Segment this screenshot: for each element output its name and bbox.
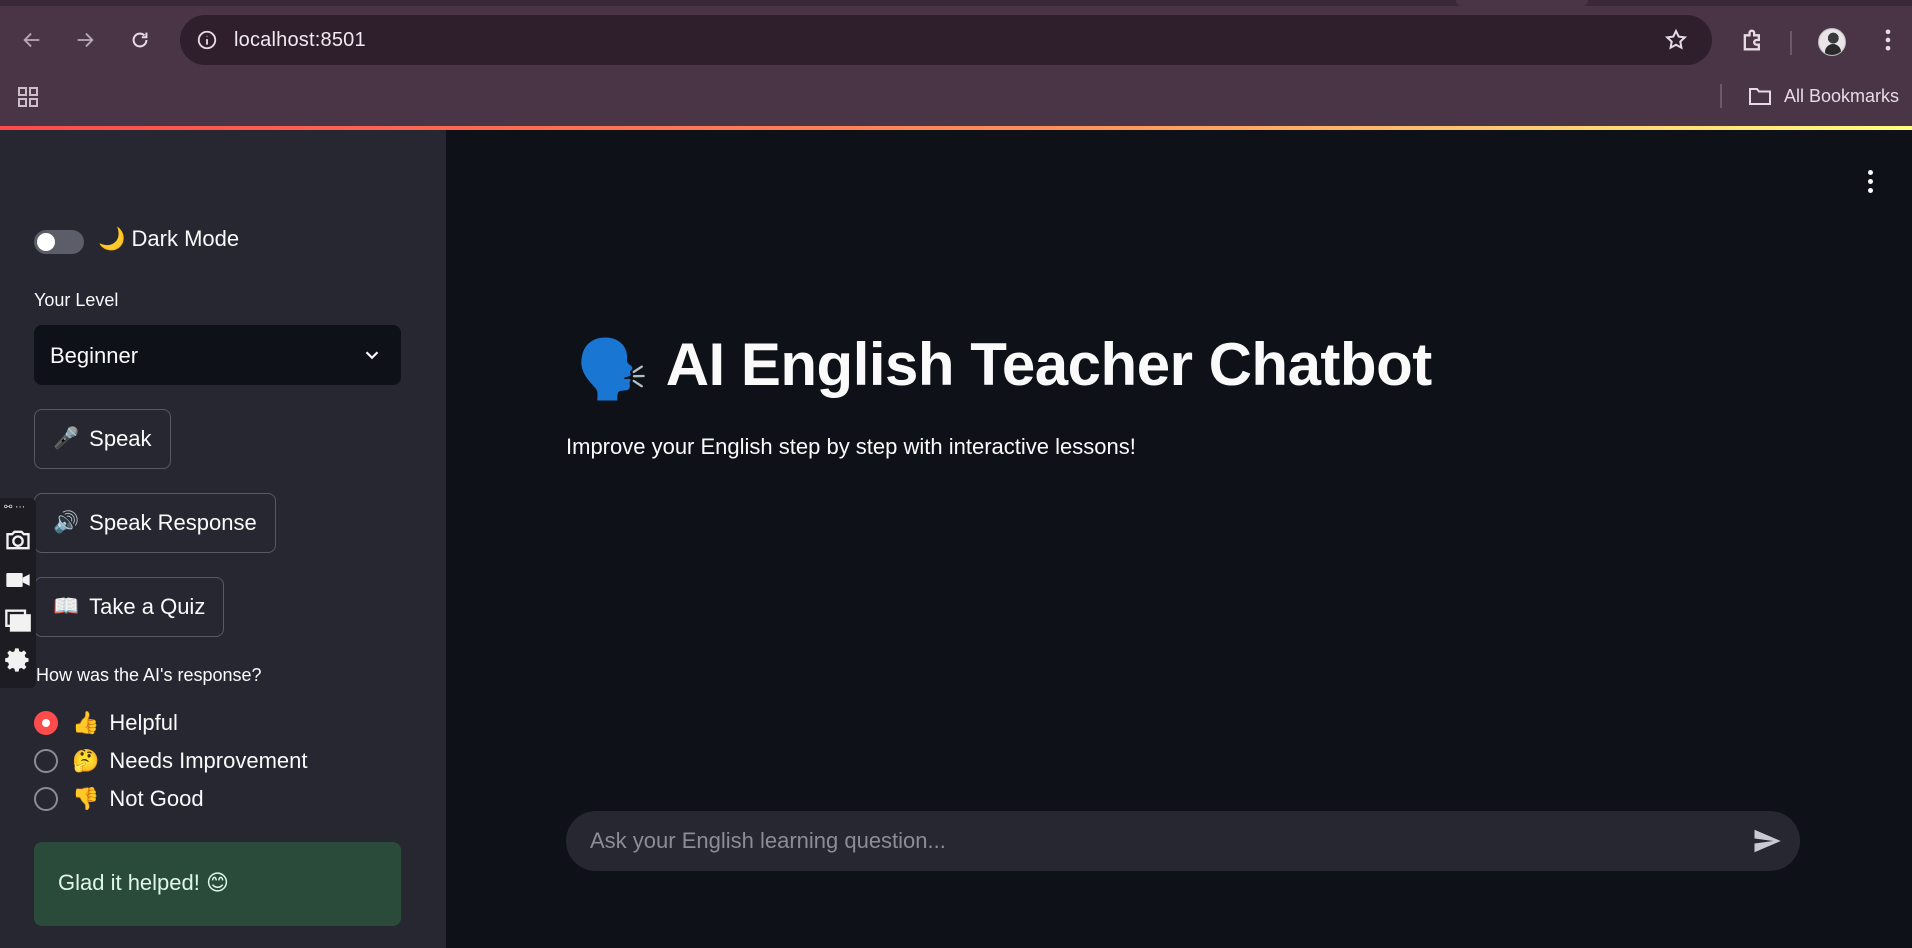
radio-button[interactable] [34,787,58,811]
thumbs-up-icon: 👍 [72,710,100,735]
link-more-icon[interactable]: ⚯ ⋯ [4,502,25,513]
speaking-head-icon: 🗣️ [576,337,648,402]
take-quiz-button[interactable]: 📖 Take a Quiz [34,577,225,637]
browser-chrome: localhost:8501 All Bookmarks [0,0,1912,130]
bookmarks-divider [1720,84,1722,108]
address-bar[interactable]: localhost:8501 [180,15,1712,65]
success-alert: Glad it helped! 😊 [34,842,401,926]
toggle-knob [37,233,55,251]
speaker-icon: 🔊 [53,511,80,534]
site-info-icon[interactable] [196,29,218,51]
radio-label-helpful: Helpful [109,710,178,735]
back-icon[interactable] [18,26,46,54]
page-subtitle: Improve your English step by step with i… [566,434,1136,459]
thumbs-down-icon: 👎 [72,786,100,811]
star-icon[interactable] [1664,28,1688,52]
menu-icon[interactable] [1874,26,1902,54]
chat-input-container [566,811,1800,871]
page-title-text: AI English Teacher Chatbot [665,331,1432,398]
book-icon: 📖 [53,595,80,618]
feedback-question: How was the AI's response? [36,665,262,685]
success-message: Glad it helped! 😊 [58,870,229,895]
reload-icon[interactable] [126,26,154,54]
dark-mode-label: 🌙 Dark Mode [98,226,240,251]
speak-button-label: Speak [89,426,152,451]
profile-avatar[interactable] [1818,28,1846,56]
folder-icon[interactable] [1748,85,1772,107]
radio-not-good[interactable]: 👎 Not Good [34,784,204,814]
thinking-face-icon: 🤔 [72,748,100,773]
radio-helpful[interactable]: 👍 Helpful [34,708,178,738]
radio-needs-improvement[interactable]: 🤔 Needs Improvement [34,746,308,776]
gear-icon[interactable] [4,646,32,674]
radio-label-not-good: Not Good [109,786,204,811]
url-text[interactable]: localhost:8501 [234,29,366,52]
page-title: 🗣️ AI English Teacher Chatbot [576,330,1432,404]
camera-icon[interactable] [4,526,32,554]
bookmarks-bar: All Bookmarks [0,76,1912,126]
forward-icon[interactable] [71,26,99,54]
speak-response-button[interactable]: 🔊 Speak Response [34,493,276,553]
all-bookmarks-link[interactable]: All Bookmarks [1784,86,1899,107]
send-icon[interactable] [1752,826,1782,856]
dark-mode-toggle[interactable] [34,230,84,254]
chevron-down-icon [361,344,383,366]
apps-grid-icon[interactable] [16,85,40,109]
windows-icon[interactable] [4,606,32,634]
video-camera-icon[interactable] [4,566,32,594]
sidebar: 🌙 Dark Mode Your Level Beginner 🎤 Speak … [0,130,446,948]
speak-button[interactable]: 🎤 Speak [34,409,171,469]
speak-response-button-label: Speak Response [89,510,257,535]
level-label: Your Level [34,290,119,310]
radio-label-needs-improvement: Needs Improvement [109,748,308,773]
extensions-icon[interactable] [1739,26,1767,54]
screen-capture-widget: ⚯ ⋯ [0,498,36,688]
app-menu-icon[interactable] [1866,170,1874,200]
microphone-icon: 🎤 [53,427,80,450]
browser-toolbar: localhost:8501 [0,6,1912,76]
radio-button-selected[interactable] [34,711,58,735]
take-quiz-button-label: Take a Quiz [89,594,206,619]
toolbar-divider [1790,31,1792,55]
radio-button[interactable] [34,749,58,773]
chat-input[interactable] [590,811,1730,871]
level-select[interactable]: Beginner [34,325,401,385]
main-content: 🗣️ AI English Teacher Chatbot Improve you… [446,130,1912,948]
level-select-value: Beginner [50,343,139,368]
